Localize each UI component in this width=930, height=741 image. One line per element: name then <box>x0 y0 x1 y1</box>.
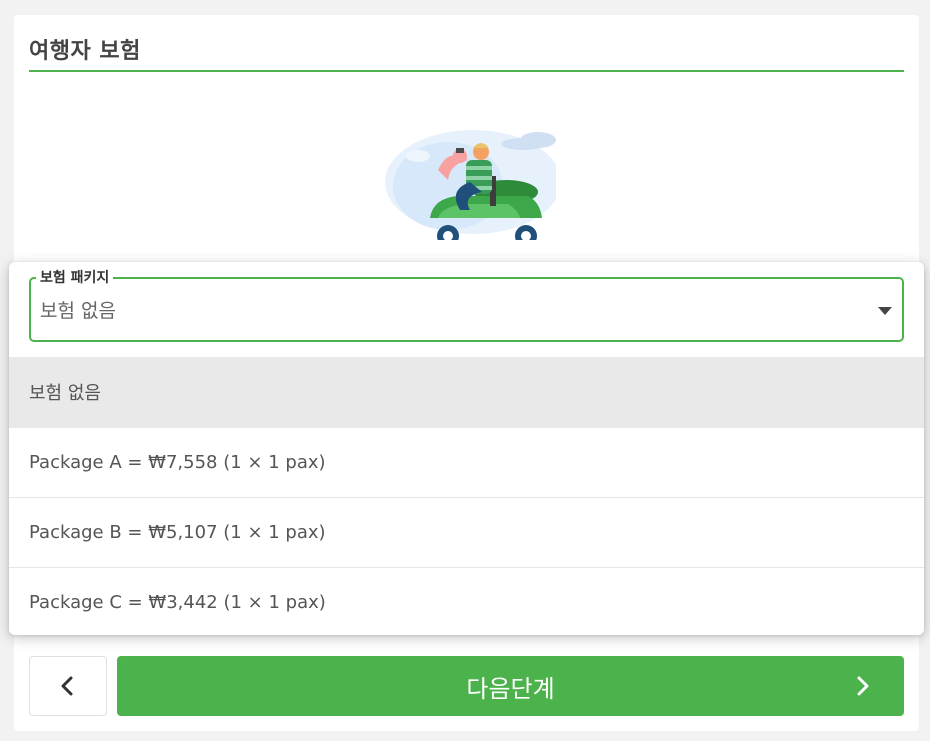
next-button[interactable]: 다음단계 <box>117 656 904 716</box>
insurance-options-list: 보험 없음 Package A = ₩7,558 (1 × 1 pax) Pac… <box>9 357 924 635</box>
chevron-left-icon <box>61 676 73 696</box>
insurance-dropdown: 보험 패키지 보험 없음 보험 없음 Package A = ₩7,558 (1… <box>9 262 924 635</box>
chevron-right-icon <box>857 676 869 696</box>
option-package-c[interactable]: Package C = ₩3,442 (1 × 1 pax) <box>9 567 924 635</box>
option-none[interactable]: 보험 없음 <box>9 357 924 427</box>
insurance-package-value: 보험 없음 <box>40 300 116 322</box>
insurance-package-legend: 보험 패키지 <box>36 267 114 287</box>
option-package-b[interactable]: Package B = ₩5,107 (1 × 1 pax) <box>9 497 924 567</box>
back-button[interactable] <box>29 656 107 716</box>
title-divider <box>29 70 904 72</box>
caret-down-icon[interactable] <box>878 307 892 315</box>
insurance-package-select[interactable] <box>29 277 904 342</box>
section-title: 여행자 보험 <box>29 39 141 64</box>
option-package-a[interactable]: Package A = ₩7,558 (1 × 1 pax) <box>9 427 924 497</box>
scooter-illustration <box>385 130 556 240</box>
next-button-label: 다음단계 <box>466 674 555 703</box>
